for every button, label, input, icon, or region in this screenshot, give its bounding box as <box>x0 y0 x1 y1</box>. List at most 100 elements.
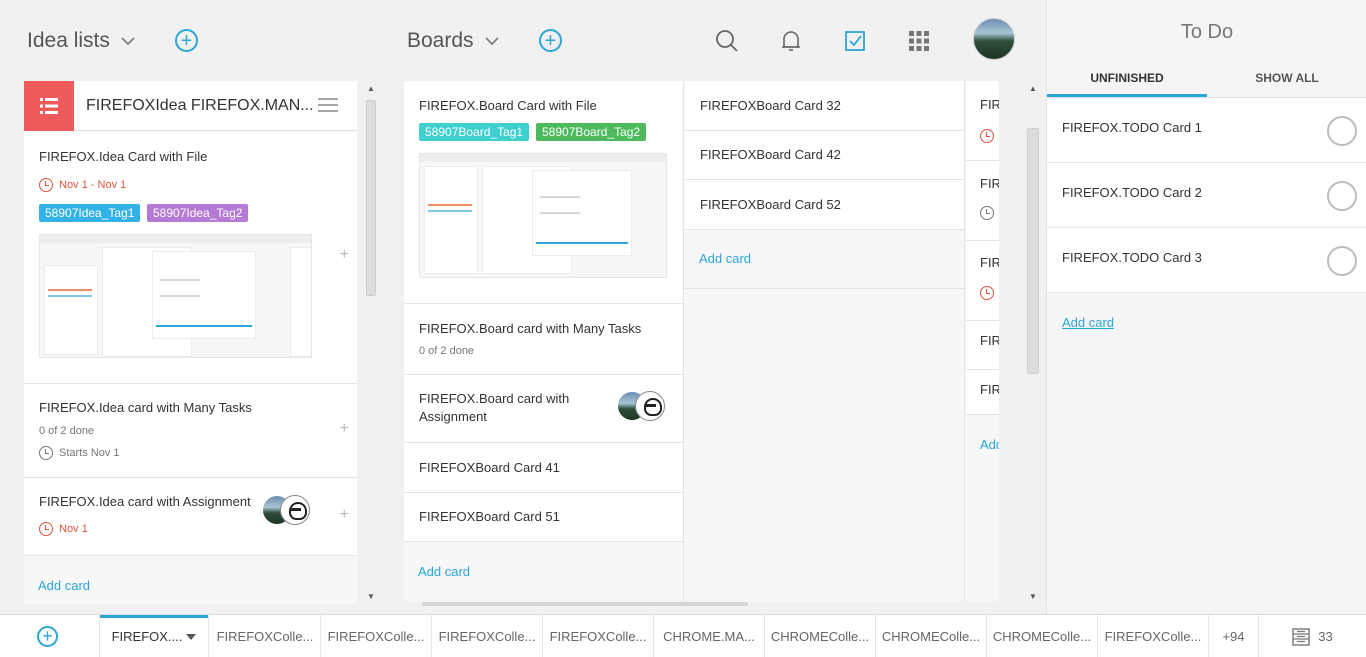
clock-icon <box>39 178 53 192</box>
board-scrollbar[interactable]: ▲ ▼ <box>1025 84 1041 604</box>
todo-item[interactable]: FIREFOX.TODO Card 1 <box>1047 98 1366 163</box>
scroll-up-arrow[interactable]: ▲ <box>366 84 376 93</box>
bottom-tab[interactable]: FIREFOXColle... <box>321 615 432 657</box>
date-text: Nov 1 <box>59 523 88 535</box>
card-title: FIREFOX.Board Card with File <box>419 98 597 113</box>
todo-complete-checkbox[interactable] <box>1327 246 1357 276</box>
todo-item-title: FIREFOX.TODO Card 1 <box>1062 120 1202 135</box>
idea-card[interactable]: FIREFOX.Idea card with Many Tasks 0 of 2… <box>24 384 357 478</box>
idea-list-scrollbar[interactable]: ▲ ▼ <box>364 84 378 604</box>
scroll-down-arrow[interactable]: ▼ <box>366 592 376 601</box>
bottom-tab[interactable]: CHROME.MA... <box>654 615 765 657</box>
tab-label: FIREFOXColle... <box>327 629 425 644</box>
add-icon[interactable]: + <box>340 420 349 438</box>
todo-complete-checkbox[interactable] <box>1327 116 1357 146</box>
assignee-avatars[interactable] <box>262 495 310 527</box>
board-card[interactable]: FIREFOXBoard Card 52 <box>685 180 964 230</box>
add-card-link[interactable]: Add card <box>418 564 470 579</box>
tab-label: FIREFOXColle... <box>549 629 647 644</box>
add-board-button[interactable]: + <box>539 29 562 52</box>
tab-show-all[interactable]: SHOW ALL <box>1207 71 1366 85</box>
card-title: FIREFOX.Idea Card with File <box>39 149 208 164</box>
card-title: FIREFOX.Board card with Assignment <box>419 391 570 424</box>
idea-card[interactable]: FIREFOX.Idea Card with File Nov 1 - Nov … <box>24 132 357 384</box>
apps-grid-icon[interactable] <box>906 28 932 54</box>
board-card[interactable]: FIREFOXBoard Card 41 <box>404 443 683 493</box>
bottom-tab[interactable]: FIREFOXColle... <box>543 615 654 657</box>
card-title: FIR <box>980 176 999 191</box>
tab-label: CHROMEColle... <box>770 629 870 644</box>
caret-down-icon[interactable] <box>186 634 196 640</box>
scrollbar-thumb[interactable] <box>366 100 376 296</box>
tab-label: FIREFOXColle... <box>438 629 536 644</box>
idea-card[interactable]: FIREFOX.Idea card with Assignment Nov 1 … <box>24 478 357 556</box>
board-card[interactable]: FIREFOXBoard Card 32 <box>685 81 964 131</box>
board-card[interactable]: FIR <box>966 161 999 241</box>
todo-complete-checkbox[interactable] <box>1327 181 1357 211</box>
board-card[interactable]: FIR <box>966 241 999 321</box>
attachment-thumbnail[interactable] <box>39 234 312 358</box>
card-title: FIREFOXBoard Card 42 <box>700 147 841 162</box>
tab-label: CHROMEColle... <box>881 629 981 644</box>
bottom-tab[interactable]: FIREFOXColle... <box>1098 615 1209 657</box>
idea-lists-selector[interactable]: Idea lists <box>27 29 136 53</box>
scrollbar-thumb[interactable] <box>1027 128 1039 374</box>
idea-list-title: FIREFOXIdea FIREFOX.MAN... <box>86 97 314 114</box>
card-title: FIREFOXBoard Card 51 <box>419 509 560 524</box>
card-title: FIREFOX.Idea card with Assignment <box>39 494 251 509</box>
avatar <box>280 495 310 525</box>
add-icon[interactable]: + <box>340 506 349 524</box>
board-card[interactable]: FIREFOX.Board Card with File 58907Board_… <box>404 81 683 304</box>
todo-panel: To Do UNFINISHED SHOW ALL FIREFOX.TODO C… <box>1046 0 1366 614</box>
todo-item[interactable]: FIREFOX.TODO Card 2 <box>1047 163 1366 228</box>
due-date: Nov 1 - Nov 1 <box>39 178 126 192</box>
board-card[interactable]: FIR <box>966 370 999 415</box>
search-icon[interactable] <box>714 28 740 54</box>
add-icon[interactable]: + <box>340 246 349 264</box>
board-card[interactable]: FIREFOXBoard Card 42 <box>685 131 964 180</box>
bottom-tab[interactable]: CHROMEColle... <box>765 615 876 657</box>
task-progress: 0 of 2 done <box>419 345 475 357</box>
add-card-link[interactable]: Add card <box>38 578 90 593</box>
bottom-tab[interactable]: CHROMEColle... <box>987 615 1098 657</box>
card-title: FIR <box>980 333 999 348</box>
todo-add-card-link[interactable]: Add card <box>1062 315 1114 330</box>
user-avatar[interactable] <box>973 18 1015 60</box>
bottom-tab[interactable]: CHROMEColle... <box>876 615 987 657</box>
attachment-thumbnail[interactable] <box>419 153 667 278</box>
card-count-button[interactable]: 33 <box>1259 615 1366 657</box>
bottom-tab[interactable]: FIREFOXColle... <box>210 615 321 657</box>
tab-unfinished[interactable]: UNFINISHED <box>1047 71 1207 85</box>
board-column: FIR FIR FIR FIR FIR Add <box>966 81 999 601</box>
board-card[interactable]: FIR <box>966 321 999 370</box>
add-card-link[interactable]: Add card <box>699 251 751 266</box>
boards-selector[interactable]: Boards <box>407 29 500 53</box>
scroll-down-arrow[interactable]: ▼ <box>1028 592 1038 601</box>
clock-icon <box>980 286 994 300</box>
board-card[interactable]: FIREFOX.Board card with Many Tasks 0 of … <box>404 304 683 375</box>
todo-item[interactable]: FIREFOX.TODO Card 3 <box>1047 228 1366 293</box>
add-card-link[interactable]: Add <box>980 437 999 452</box>
todo-checkbox-icon[interactable] <box>842 28 868 54</box>
add-idea-list-button[interactable]: + <box>175 29 198 52</box>
idea-lists-label: Idea lists <box>27 29 110 52</box>
date-text: Starts Nov 1 <box>59 447 120 459</box>
card-title: FIREFOX.Idea card with Many Tasks <box>39 400 252 415</box>
clock-icon <box>39 446 53 460</box>
board-card[interactable]: FIR <box>966 81 999 161</box>
assignee-avatars[interactable] <box>617 391 665 423</box>
more-tabs-button[interactable]: +94 <box>1209 615 1259 657</box>
scroll-up-arrow[interactable]: ▲ <box>1028 84 1038 93</box>
tag: 58907Board_Tag1 <box>419 123 530 141</box>
bottom-tab-active[interactable]: FIREFOX.... <box>99 615 209 657</box>
card-title: FIREFOXBoard Card 41 <box>419 460 560 475</box>
bottom-tab[interactable]: FIREFOXColle... <box>432 615 543 657</box>
board-card[interactable]: FIREFOXBoard Card 51 <box>404 493 683 542</box>
board-horizontal-scrollbar[interactable] <box>422 602 748 606</box>
board-card[interactable]: FIREFOX.Board card with Assignment <box>404 375 683 443</box>
due-date: Nov 1 <box>39 522 88 536</box>
date-text: Nov 1 - Nov 1 <box>59 179 127 191</box>
hamburger-menu-icon[interactable] <box>318 97 340 113</box>
add-tab-button[interactable]: + <box>37 626 58 647</box>
bell-icon[interactable] <box>778 28 804 54</box>
